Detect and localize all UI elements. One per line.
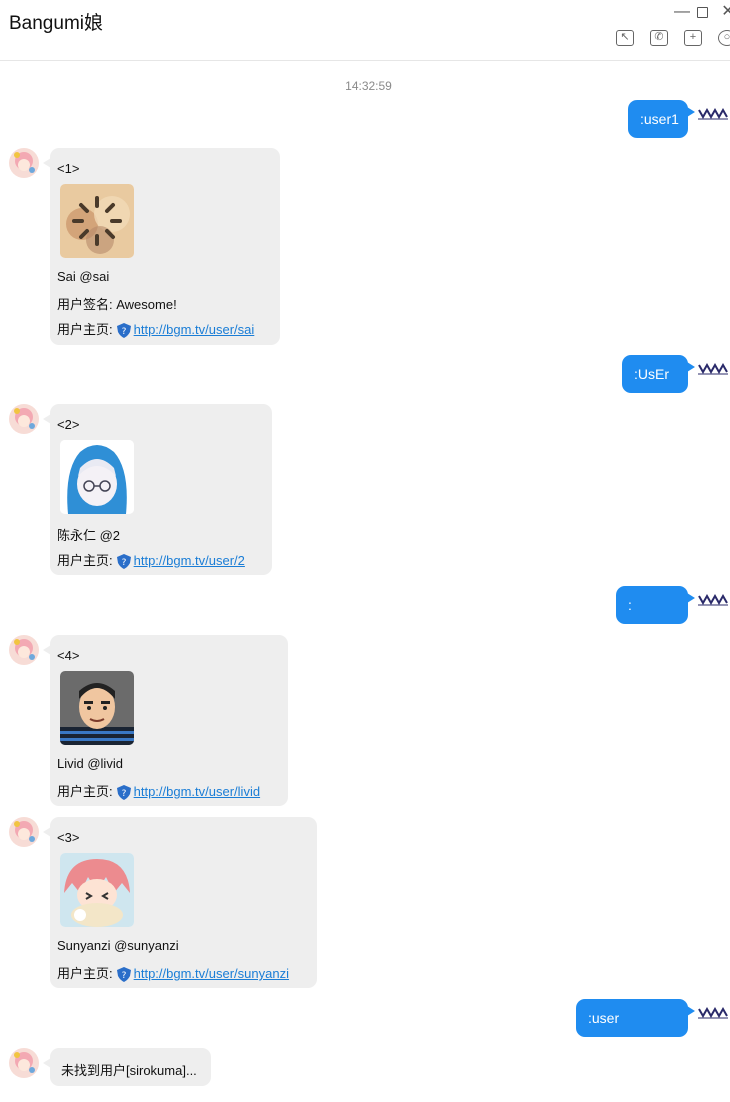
timestamp: 14:32:59 — [345, 79, 392, 93]
svg-text:?: ? — [121, 789, 126, 799]
sent-message[interactable]: :UsEr 2 — [622, 355, 695, 420]
profile-row: 用户主页:? http://bgm.tv/user/2 — [57, 550, 245, 570]
svg-text:?: ? — [121, 327, 126, 337]
profile-link[interactable]: http://bgm.tv/user/sunyanzi — [134, 966, 289, 981]
close-icon[interactable]: ✕ — [720, 4, 730, 20]
window-title: Bangumi娘 — [9, 13, 103, 34]
user-avatar[interactable] — [698, 363, 728, 375]
user-name: Sai @sai — [57, 269, 110, 284]
bot-avatar[interactable] — [9, 148, 39, 178]
card-header: <3> — [57, 830, 80, 845]
card-header: <2> — [57, 417, 80, 432]
profile-label: 用户主页: — [57, 966, 113, 981]
user-avatar-image[interactable] — [60, 853, 134, 927]
profile-label: 用户主页: — [57, 553, 113, 568]
user-name: Sunyanzi @sunyanzi — [57, 938, 179, 953]
minimize-icon[interactable]: — — [674, 4, 690, 20]
maximize-icon[interactable] — [697, 7, 708, 18]
user-avatar[interactable] — [698, 1007, 728, 1019]
user-signature: 用户签名: Awesome! — [57, 297, 177, 312]
settings-icon[interactable]: ○ — [718, 30, 730, 46]
collapse-icon[interactable]: ↖ — [616, 30, 634, 46]
sent-message[interactable]: : 3user4 — [616, 586, 695, 651]
bot-avatar[interactable] — [9, 635, 39, 665]
profile-link[interactable]: http://bgm.tv/user/2 — [134, 553, 245, 568]
phone-icon[interactable]: ✆ — [650, 30, 668, 46]
profile-row: 用户主页:? http://bgm.tv/user/sunyanzi — [57, 963, 289, 983]
user-card: <2> 陈永仁 @2 用户主页:? http://bgm.tv/user/2 — [43, 404, 272, 575]
shield-icon: ? — [116, 554, 131, 570]
svg-text:?: ? — [121, 971, 126, 981]
sent-message[interactable]: :user sirokuma — [576, 999, 695, 1064]
user-avatar-image[interactable] — [60, 440, 134, 514]
card-header: <4> — [57, 648, 80, 663]
profile-row: 用户主页:? http://bgm.tv/user/livid — [57, 781, 260, 801]
bot-avatar[interactable] — [9, 1048, 39, 1078]
profile-label: 用户主页: — [57, 322, 113, 337]
profile-label: 用户主页: — [57, 784, 113, 799]
title-bar: Bangumi娘 — ✕ ↖ ✆ + ○ — [0, 0, 730, 61]
add-icon[interactable]: + — [684, 30, 702, 46]
user-card: <3> Sunyanzi @sunyanzi 用户主页:? http://bgm.… — [43, 817, 317, 988]
user-avatar-image[interactable] — [60, 671, 134, 745]
sent-message[interactable]: :user1 — [628, 100, 695, 138]
user-avatar-image[interactable] — [60, 184, 134, 258]
user-card: <4> Livid @livid 用户主页:? http://bgm.tv/use… — [43, 635, 288, 806]
profile-link[interactable]: http://bgm.tv/user/livid — [134, 784, 260, 799]
card-header: <1> — [57, 161, 80, 176]
svg-text:?: ? — [121, 558, 126, 568]
bot-avatar[interactable] — [9, 817, 39, 847]
bot-avatar[interactable] — [9, 404, 39, 434]
shield-icon: ? — [116, 967, 131, 983]
shield-icon: ? — [116, 785, 131, 801]
user-name: Livid @livid — [57, 756, 123, 771]
shield-icon: ? — [116, 323, 131, 339]
received-message: 未找到用户[sirokuma]... — [43, 1048, 211, 1086]
user-card: <1> Sai @sai 用户签名: Awesome! 用户主页:? http:/… — [43, 148, 280, 345]
user-avatar[interactable] — [698, 108, 728, 120]
user-avatar[interactable] — [698, 594, 728, 606]
profile-row: 用户主页:? http://bgm.tv/user/sai — [57, 319, 255, 339]
profile-link[interactable]: http://bgm.tv/user/sai — [134, 322, 255, 337]
not-found-text: 未找到用户[sirokuma]... — [61, 1063, 197, 1078]
user-name: 陈永仁 @2 — [57, 528, 121, 543]
